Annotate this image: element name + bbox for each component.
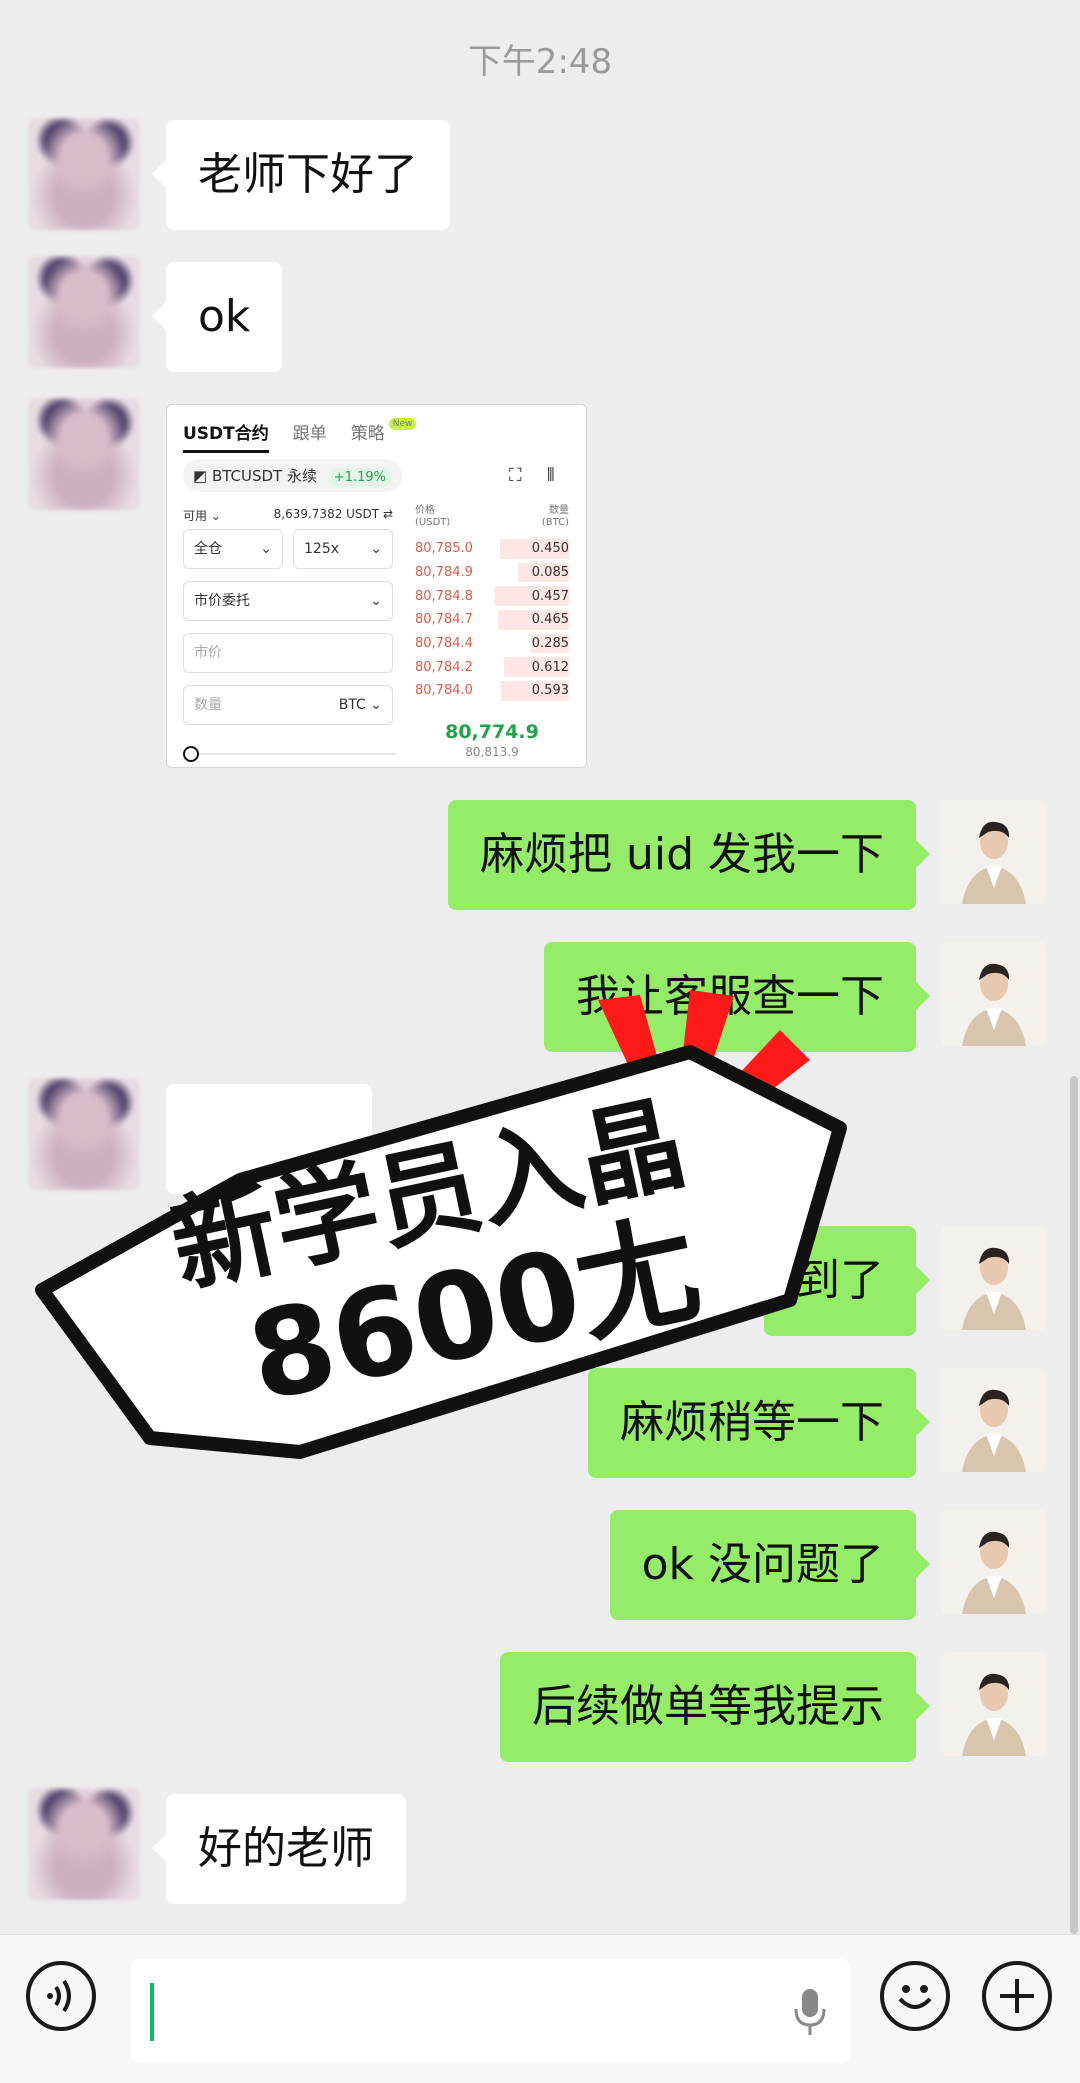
voice-icon (47, 1979, 71, 2013)
ask-price: 80,784.0 (415, 683, 473, 699)
ask-quantity: 0.085 (531, 565, 569, 581)
ask-price: 80,784.2 (415, 659, 473, 675)
emoji-button[interactable] (880, 1961, 950, 2031)
my-avatar[interactable] (942, 1652, 1046, 1756)
message-bubble[interactable]: 后续做单等我提示 (500, 1652, 930, 1762)
ask-price: 80,784.9 (415, 565, 473, 581)
more-button[interactable] (982, 1961, 1052, 2031)
message-bubble[interactable]: ok 没问题了 (609, 1510, 931, 1620)
my-avatar[interactable] (942, 1510, 1046, 1614)
voice-mode-button[interactable] (26, 1961, 96, 2031)
plus-icon (1000, 1979, 1034, 2013)
contact-avatar[interactable] (28, 1788, 140, 1900)
message-bubble[interactable]: 好的老师 (152, 1794, 406, 1904)
ask-quantity: 0.593 (531, 683, 569, 699)
ask-price: 80,785.0 (415, 541, 473, 557)
ask-price: 80,784.8 (415, 588, 473, 604)
microphone-icon[interactable] (790, 1987, 830, 2037)
smiley-icon (898, 1985, 932, 2009)
ask-quantity: 0.457 (531, 588, 569, 604)
ask-quantity: 0.450 (531, 541, 569, 557)
message-input[interactable] (130, 1959, 850, 2063)
ask-price: 80,784.7 (415, 612, 473, 628)
input-bar (0, 1934, 1080, 2083)
text-caret (150, 1983, 154, 2041)
ask-quantity: 0.285 (531, 636, 569, 652)
promo-sticker: 新学员入晶 8600尢 (35, 990, 847, 1459)
ask-price: 80,784.4 (415, 636, 473, 652)
ask-quantity: 0.612 (531, 659, 569, 675)
ask-quantity: 0.465 (531, 612, 569, 628)
